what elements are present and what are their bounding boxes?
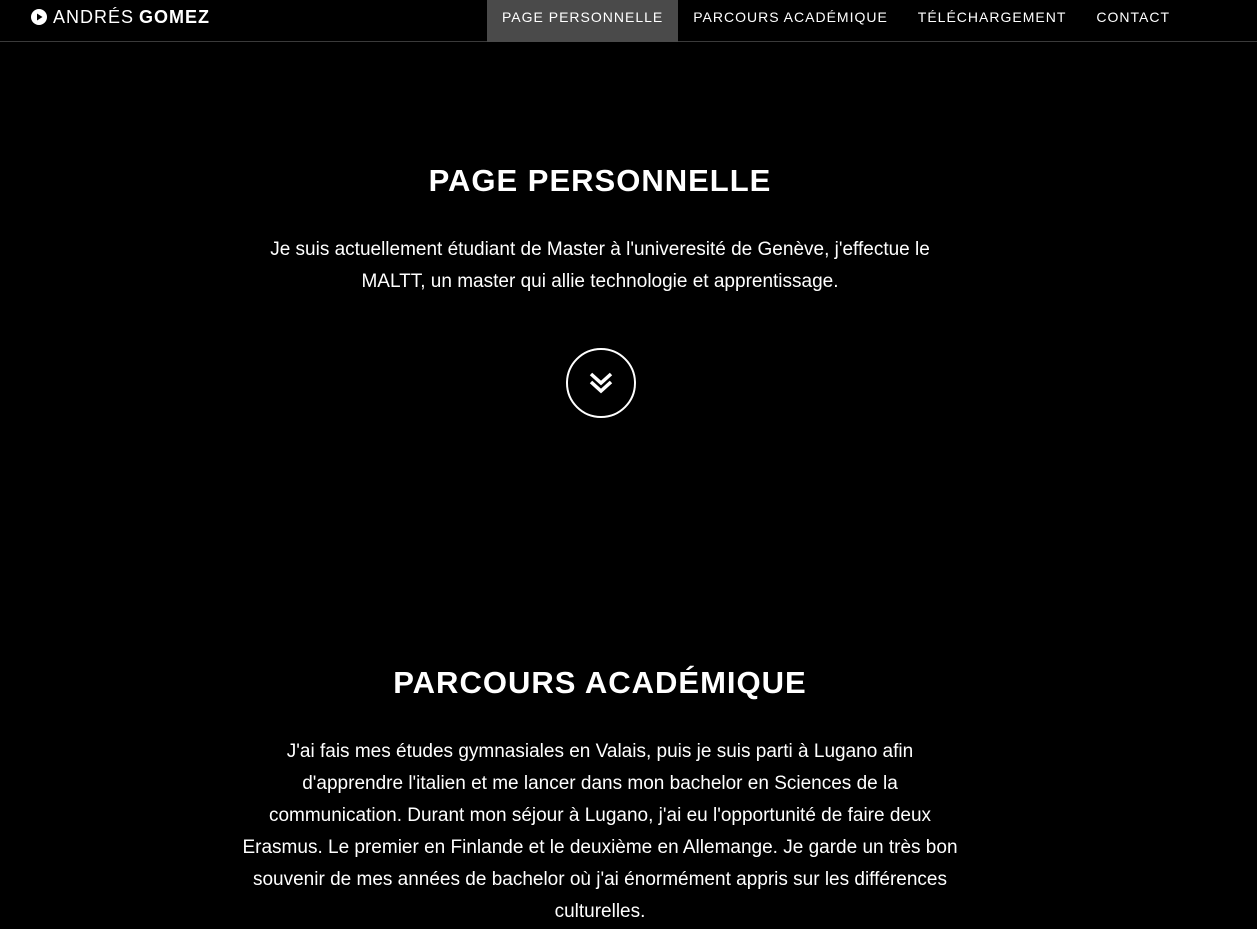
- brand-first-name: ANDRÉS: [53, 6, 135, 27]
- nav-item-label: PARCOURS ACADÉMIQUE: [693, 9, 888, 25]
- brand-link[interactable]: ANDRÉS GOMEZ: [31, 0, 210, 34]
- play-circle-icon: [31, 9, 47, 25]
- navbar: ANDRÉS GOMEZ PAGE PERSONNELLE PARCOURS A…: [0, 0, 1257, 42]
- section-title-parcours-academique: PARCOURS ACADÉMIQUE: [393, 665, 807, 700]
- nav-links: PAGE PERSONNELLE PARCOURS ACADÉMIQUE TÉL…: [487, 0, 1185, 42]
- nav-item-page-personnelle[interactable]: PAGE PERSONNELLE: [487, 0, 679, 42]
- nav-item-label: TÉLÉCHARGEMENT: [917, 9, 1067, 25]
- nav-item-telechargement[interactable]: TÉLÉCHARGEMENT: [903, 0, 1082, 42]
- scroll-down-button[interactable]: [566, 348, 636, 418]
- nav-item-label: PAGE PERSONNELLE: [502, 9, 664, 25]
- nav-item-contact[interactable]: CONTACT: [1081, 0, 1185, 42]
- double-chevron-down-icon: [589, 372, 613, 394]
- section-title-page-personnelle: PAGE PERSONNELLE: [428, 163, 772, 198]
- nav-item-parcours-academique[interactable]: PARCOURS ACADÉMIQUE: [678, 0, 903, 42]
- section-text-parcours-academique: J'ai fais mes études gymnasiales en Vala…: [242, 741, 958, 922]
- nav-item-label: CONTACT: [1096, 9, 1170, 25]
- section-text-page-personnelle: Je suis actuellement étudiant de Master …: [270, 239, 930, 292]
- brand-last-name: GOMEZ: [139, 6, 211, 27]
